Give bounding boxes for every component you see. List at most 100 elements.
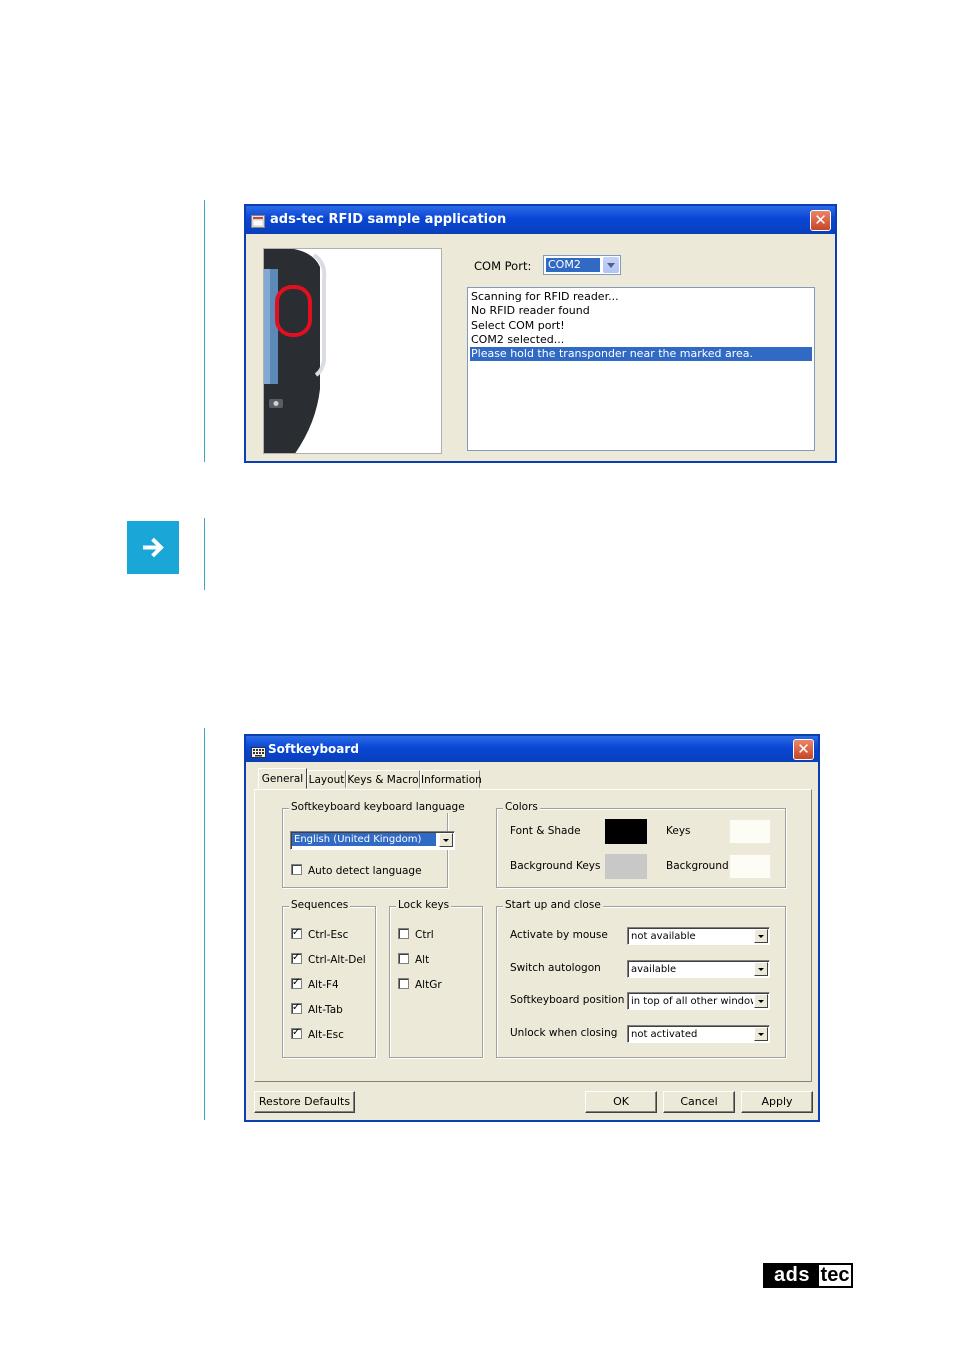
checkbox-box[interactable] xyxy=(291,951,302,964)
startup-row-select[interactable]: not available xyxy=(627,927,770,945)
ads-tec-logo: ads tec xyxy=(763,1263,853,1288)
startup-group-legend: Start up and close xyxy=(503,899,603,911)
chevron-down-icon[interactable] xyxy=(754,961,768,976)
sequence-checkbox[interactable]: Ctrl-Alt-Del xyxy=(291,951,366,967)
lock-keys-group-legend: Lock keys xyxy=(396,899,452,911)
logo-text-right: tec xyxy=(820,1264,850,1286)
colors-group: Colors Font & Shade Keys Background Keys… xyxy=(496,801,786,888)
background-label: Background xyxy=(666,860,729,872)
com-port-value: COM2 xyxy=(546,258,600,272)
cancel-label: Cancel xyxy=(680,1095,718,1108)
checkbox-box[interactable] xyxy=(291,976,302,989)
font-shade-swatch[interactable] xyxy=(605,819,647,844)
startup-row-value: not activated xyxy=(631,1029,698,1041)
status-log-list[interactable]: Scanning for RFID reader... No RFID reade… xyxy=(467,287,815,451)
ok-button[interactable]: OK xyxy=(585,1091,657,1113)
sequence-checkbox[interactable]: Ctrl-Esc xyxy=(291,926,349,942)
softkeyboard-window: Softkeyboard ✕ General Layout Keys & Mac… xyxy=(244,734,820,1122)
startup-group: Start up and close Activate by mouse not … xyxy=(496,899,786,1058)
close-icon: ✕ xyxy=(797,740,810,758)
lock-key-checkbox[interactable]: AltGr xyxy=(398,978,442,992)
log-lines: Scanning for RFID reader... No RFID reade… xyxy=(470,290,812,362)
lock-key-label: AltGr xyxy=(415,979,442,991)
tab-general[interactable]: General xyxy=(258,768,307,789)
log-line[interactable]: No RFID reader found xyxy=(470,304,812,318)
background-keys-swatch[interactable] xyxy=(605,854,647,879)
lock-key-label: Ctrl xyxy=(415,929,434,941)
checkbox-box[interactable] xyxy=(291,864,302,875)
lock-key-checkbox[interactable]: Alt xyxy=(398,953,429,967)
chevron-down-icon[interactable] xyxy=(754,1027,768,1042)
auto-detect-label: Auto detect language xyxy=(308,865,422,877)
checkbox-box[interactable] xyxy=(291,1026,302,1039)
startup-row-select[interactable]: not activated xyxy=(627,1025,770,1044)
margin-rule-1 xyxy=(204,200,205,462)
font-shade-label: Font & Shade xyxy=(510,825,581,837)
softkeyboard-titlebar[interactable]: Softkeyboard ✕ xyxy=(246,736,818,762)
tab-information[interactable]: Information xyxy=(420,770,482,788)
keys-swatch[interactable] xyxy=(729,819,771,844)
device-illustration xyxy=(264,249,441,453)
cancel-button[interactable]: Cancel xyxy=(663,1091,735,1113)
keyboard-icon xyxy=(251,742,266,758)
tab-layout[interactable]: Layout xyxy=(307,770,346,788)
log-line[interactable]: Please hold the transponder near the mar… xyxy=(470,347,812,362)
lock-key-checkbox[interactable]: Ctrl xyxy=(398,928,434,942)
language-group-legend: Softkeyboard keyboard language xyxy=(289,801,467,813)
sequence-checkbox[interactable]: Alt-Tab xyxy=(291,1001,343,1017)
tab-keys-macro[interactable]: Keys & Macro xyxy=(346,770,420,788)
colors-group-legend: Colors xyxy=(503,801,540,813)
com-port-select[interactable]: COM2 xyxy=(543,255,621,275)
log-line[interactable]: Scanning for RFID reader... xyxy=(470,290,812,304)
rfid-titlebar[interactable]: ads-tec RFID sample application ✕ xyxy=(246,206,835,234)
startup-row-label: Softkeyboard position xyxy=(510,994,625,1007)
startup-row-select[interactable]: in top of all other windows xyxy=(627,992,770,1011)
sequence-checkbox[interactable]: Alt-Esc xyxy=(291,1026,344,1042)
lock-keys-group: Lock keys Ctrl Alt AltGr xyxy=(389,899,483,1058)
chevron-down-icon[interactable] xyxy=(754,994,768,1009)
startup-row-label: Unlock when closing xyxy=(510,1027,618,1040)
startup-row-value: in top of all other windows xyxy=(631,996,753,1008)
logo-text-left: ads xyxy=(765,1265,819,1286)
tab-layout-label: Layout xyxy=(308,774,345,786)
ok-label: OK xyxy=(613,1095,629,1108)
checkbox-box[interactable] xyxy=(291,926,302,939)
checkbox-box[interactable] xyxy=(398,978,409,989)
apply-button[interactable]: Apply xyxy=(741,1091,813,1113)
chevron-down-icon[interactable] xyxy=(439,833,453,847)
checkbox-box[interactable] xyxy=(291,1001,302,1014)
rfid-window: ads-tec RFID sample application ✕ COM Po… xyxy=(244,204,837,463)
sequences-group: Sequences Ctrl-Esc Ctrl-Alt-Del Alt-F4 Alt-… xyxy=(282,899,376,1058)
margin-rule-3 xyxy=(204,728,205,1120)
close-button[interactable]: ✕ xyxy=(810,210,831,231)
startup-row-label: Activate by mouse xyxy=(510,929,608,941)
rfid-window-title: ads-tec RFID sample application xyxy=(270,212,507,227)
log-line[interactable]: Select COM port! xyxy=(470,319,812,333)
chevron-down-icon[interactable] xyxy=(603,257,619,273)
note-badge xyxy=(127,521,179,574)
restore-defaults-label: Restore Defaults xyxy=(258,1095,351,1108)
close-button[interactable]: ✕ xyxy=(793,739,814,760)
tab-panel-general: Softkeyboard keyboard language English (… xyxy=(254,789,812,1082)
background-swatch[interactable] xyxy=(729,854,771,879)
checkbox-box[interactable] xyxy=(398,928,409,939)
chevron-down-icon[interactable] xyxy=(754,929,768,943)
tab-strip: General Layout Keys & Macro Information xyxy=(254,768,814,790)
lock-key-label: Alt xyxy=(415,954,430,966)
log-line[interactable]: COM2 selected... xyxy=(470,333,812,347)
language-select[interactable]: English (United Kingdom) xyxy=(290,831,455,850)
sequence-label: Ctrl-Alt-Del xyxy=(308,954,366,966)
startup-row-value: available xyxy=(631,963,677,975)
keys-label: Keys xyxy=(666,825,691,837)
tab-keys-macro-label: Keys & Macro xyxy=(347,774,419,786)
restore-defaults-button[interactable]: Restore Defaults xyxy=(254,1091,355,1113)
language-group: Softkeyboard keyboard language English (… xyxy=(282,801,467,888)
close-icon: ✕ xyxy=(814,211,827,229)
sequence-label: Ctrl-Esc xyxy=(308,929,349,941)
startup-row-select[interactable]: available xyxy=(627,959,770,978)
softkeyboard-window-title: Softkeyboard xyxy=(268,742,359,756)
auto-detect-checkbox[interactable]: Auto detect language xyxy=(291,864,422,878)
sequence-checkbox[interactable]: Alt-F4 xyxy=(291,976,339,992)
startup-row-value: not available xyxy=(631,931,696,942)
checkbox-box[interactable] xyxy=(398,953,409,964)
